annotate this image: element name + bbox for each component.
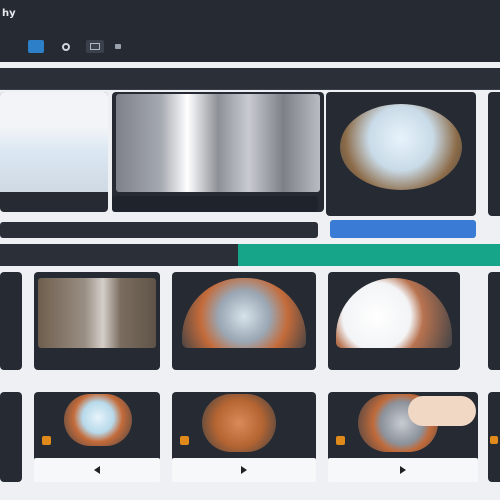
folder-button[interactable] bbox=[112, 40, 124, 53]
settings-icon bbox=[62, 42, 70, 51]
row2-card-1-image bbox=[38, 278, 156, 348]
warning-icon bbox=[42, 436, 51, 445]
hand-image bbox=[408, 396, 476, 426]
row2-card-1-label bbox=[38, 356, 138, 366]
play-right-icon bbox=[400, 466, 406, 474]
row3-card-4[interactable] bbox=[488, 392, 500, 482]
warning-icon bbox=[180, 436, 189, 445]
row3-card-0[interactable] bbox=[0, 392, 22, 482]
folder-icon bbox=[115, 44, 121, 49]
top-bar bbox=[0, 0, 500, 62]
grid-button[interactable] bbox=[86, 40, 104, 53]
warning-icon bbox=[336, 436, 345, 445]
row3-play-1[interactable] bbox=[34, 458, 160, 482]
card-vehicle[interactable] bbox=[0, 92, 108, 212]
machine-image bbox=[340, 104, 462, 190]
row2-card-2-image bbox=[182, 278, 306, 348]
nav-bar bbox=[0, 68, 500, 90]
vehicle-image bbox=[0, 92, 108, 192]
settings-button[interactable] bbox=[60, 40, 72, 53]
section-banner-label bbox=[140, 244, 238, 266]
card-pipes[interactable] bbox=[112, 92, 324, 212]
row2-card-0[interactable] bbox=[0, 272, 22, 370]
menu-button[interactable] bbox=[28, 40, 44, 53]
play-right-icon bbox=[241, 466, 247, 474]
row2-card-3-label bbox=[346, 356, 446, 366]
card-edge[interactable] bbox=[488, 92, 500, 216]
row3-card-2-image bbox=[202, 394, 276, 452]
row1-sub-caption bbox=[0, 222, 318, 238]
row3-play-2[interactable] bbox=[172, 458, 316, 482]
pipes-image bbox=[116, 94, 320, 192]
row3-card-1-image bbox=[64, 394, 132, 446]
row2-card-3-image bbox=[336, 278, 452, 348]
row1-caption bbox=[112, 196, 318, 212]
row2-card-4[interactable] bbox=[488, 272, 500, 370]
row3-play-3[interactable] bbox=[328, 458, 478, 482]
section-banner-accent bbox=[238, 244, 500, 266]
play-left-icon bbox=[94, 466, 100, 474]
grid-icon bbox=[90, 43, 100, 50]
warning-icon bbox=[490, 436, 498, 444]
app-title: hy bbox=[2, 8, 16, 19]
row2-card-2-label bbox=[180, 356, 280, 366]
machine-caption bbox=[340, 196, 470, 212]
primary-action-button[interactable] bbox=[330, 220, 476, 238]
